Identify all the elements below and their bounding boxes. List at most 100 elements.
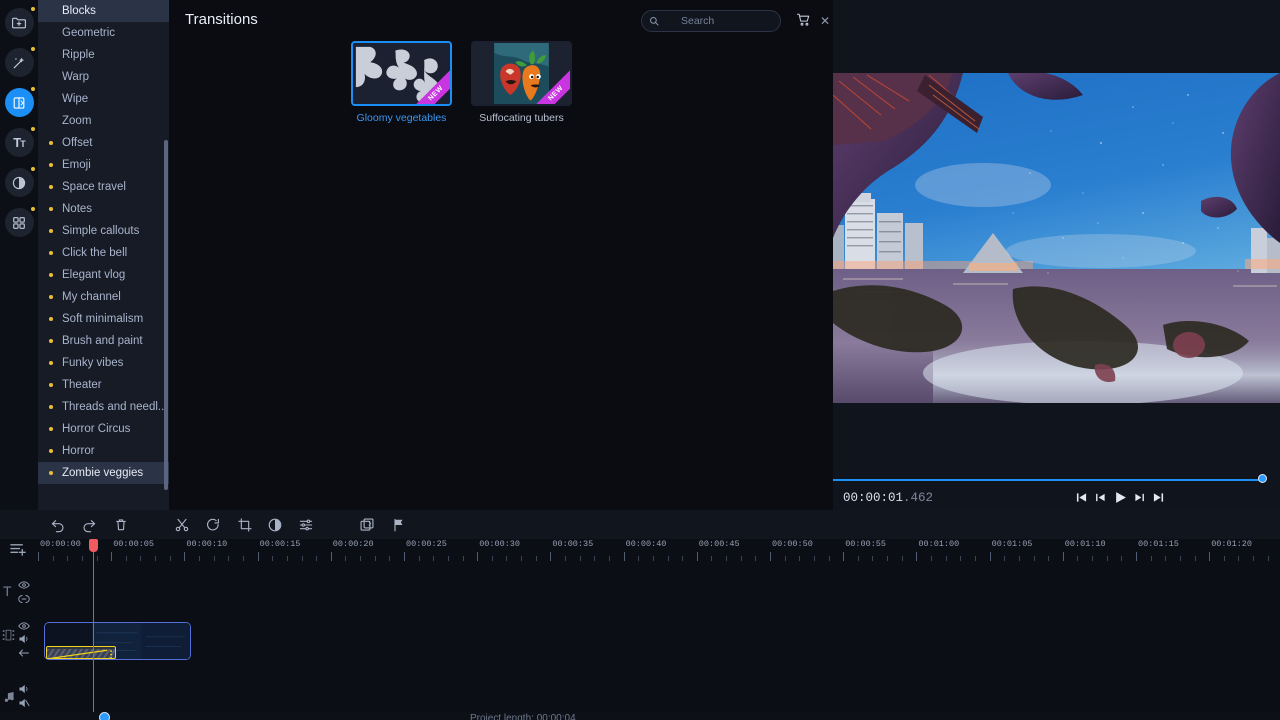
sidebar-item[interactable]: Click the bell <box>38 242 169 264</box>
new-content-dot <box>49 383 53 387</box>
timeline-zoom-handle[interactable] <box>99 712 110 720</box>
new-badge-label: NEW <box>536 71 570 104</box>
rail-button-transitions[interactable] <box>5 88 34 117</box>
rail-button-titles[interactable]: TT <box>5 128 34 157</box>
sidebar-item-label: Warp <box>62 71 89 83</box>
new-content-dot <box>49 471 53 475</box>
sidebar-item[interactable]: Geometric <box>38 22 169 44</box>
split-button[interactable] <box>174 517 190 533</box>
sidebar-item[interactable]: Threads and needl... <box>38 396 169 418</box>
transition-button[interactable] <box>359 517 375 533</box>
new-badge-label: NEW <box>416 71 450 104</box>
sidebar-item-label: Horror Circus <box>62 423 130 435</box>
jump-to-start-button[interactable] <box>1076 492 1087 503</box>
new-content-dot <box>49 361 53 365</box>
timeline-toolbar <box>0 510 1280 539</box>
seekbar-handle[interactable] <box>1258 474 1267 483</box>
scissors-icon <box>174 517 190 533</box>
color-adjust-button[interactable] <box>267 517 283 533</box>
next-frame-button[interactable] <box>1134 492 1145 503</box>
new-content-dot <box>49 339 53 343</box>
notification-dot <box>31 7 35 11</box>
play-button[interactable] <box>1114 491 1127 504</box>
video-preview[interactable] <box>833 73 1280 403</box>
sidebar-item[interactable]: Horror <box>38 440 169 462</box>
ruler-label: 00:01:10 <box>1065 539 1106 549</box>
search-box[interactable]: ✕ <box>641 10 781 32</box>
add-track-button[interactable] <box>10 541 48 558</box>
audio-track-volume-icon[interactable] <box>18 683 30 695</box>
transition-tile[interactable]: NEWSuffocating tubers <box>471 41 572 124</box>
sidebar-scrollbar[interactable] <box>164 140 168 490</box>
sidebar-item-label: Elegant vlog <box>62 269 125 281</box>
title-track-link-icon[interactable] <box>18 593 30 605</box>
sidebar-item[interactable]: Wipe <box>38 88 169 110</box>
transition-tile[interactable]: NEW Gloomy vegetables <box>351 41 452 124</box>
title-track-visibility-icon[interactable] <box>18 579 30 591</box>
sidebar-item-label: Ripple <box>62 49 95 61</box>
crop-icon <box>237 517 253 533</box>
video-track-collapse-icon[interactable] <box>18 647 30 659</box>
sidebar-item[interactable]: My channel <box>38 286 169 308</box>
jump-to-end-button[interactable] <box>1153 492 1164 503</box>
preview-seekbar[interactable] <box>833 476 1280 484</box>
sidebar-item[interactable]: Space travel <box>38 176 169 198</box>
rail-button-filters[interactable] <box>5 168 34 197</box>
notification-dot <box>31 127 35 131</box>
ruler-label: 00:00:50 <box>772 539 813 549</box>
rail-button-stickers[interactable] <box>5 208 34 237</box>
sidebar-item[interactable]: Zoom <box>38 110 169 132</box>
transition-thumbnail[interactable]: NEW <box>351 41 452 106</box>
search-input[interactable] <box>659 15 816 27</box>
video-track-audio-icon[interactable] <box>18 633 30 645</box>
new-badge: NEW <box>416 70 450 104</box>
sidebar-item[interactable]: Theater <box>38 374 169 396</box>
text-track-icon: T <box>3 583 12 599</box>
sidebar-item[interactable]: Ripple <box>38 44 169 66</box>
timeline-ruler[interactable]: 00:00:0000:00:0500:00:1000:00:1500:00:20… <box>38 539 1280 561</box>
properties-button[interactable] <box>298 517 314 533</box>
playhead[interactable] <box>93 539 94 720</box>
ruler-tick-major <box>1136 552 1137 561</box>
sidebar-item[interactable]: Elegant vlog <box>38 264 169 286</box>
clear-search-icon[interactable]: ✕ <box>816 15 830 27</box>
sidebar-item[interactable]: Brush and paint <box>38 330 169 352</box>
ruler-tick-major <box>990 552 991 561</box>
sidebar-item[interactable]: Warp <box>38 66 169 88</box>
category-sidebar[interactable]: BlocksGeometricRippleWarpWipeZoomOffsetE… <box>38 0 169 510</box>
clip-transition[interactable] <box>46 646 116 659</box>
grid-icon <box>11 215 27 231</box>
new-content-dot <box>49 185 53 189</box>
transition-thumbnail[interactable]: NEW <box>471 41 572 106</box>
video-track-visibility-icon[interactable] <box>18 620 30 632</box>
previous-frame-button[interactable] <box>1095 492 1106 503</box>
sidebar-item[interactable]: Simple callouts <box>38 220 169 242</box>
rail-button-effects-wand[interactable] <box>5 48 34 77</box>
transition-label: Gloomy vegetables <box>351 112 452 124</box>
transition-icon <box>11 95 27 111</box>
transition-grid: NEW Gloomy vegetables NEWSuffocating tuber… <box>351 41 572 124</box>
marker-button[interactable] <box>391 517 407 533</box>
sidebar-item[interactable]: Blocks <box>38 0 169 22</box>
rail-button-import-media[interactable] <box>5 8 34 37</box>
new-content-dot <box>49 163 53 167</box>
sidebar-item[interactable]: Funky vibes <box>38 352 169 374</box>
audio-track-mute-icon[interactable] <box>18 697 30 709</box>
sidebar-item-label: Blocks <box>62 5 96 17</box>
delete-button[interactable] <box>113 517 129 533</box>
sidebar-item[interactable]: Notes <box>38 198 169 220</box>
sidebar-item[interactable]: Zombie veggies <box>38 462 169 484</box>
undo-button[interactable] <box>50 517 66 533</box>
redo-button[interactable] <box>81 517 97 533</box>
playhead-handle[interactable] <box>89 539 98 552</box>
ruler-tick-major <box>404 552 405 561</box>
crop-button[interactable] <box>237 517 253 533</box>
sidebar-item-label: Geometric <box>62 27 115 39</box>
sidebar-item[interactable]: Offset <box>38 132 169 154</box>
rotate-button[interactable] <box>205 517 221 533</box>
store-cart-icon[interactable] <box>796 12 811 27</box>
sidebar-item[interactable]: Horror Circus <box>38 418 169 440</box>
sidebar-item[interactable]: Emoji <box>38 154 169 176</box>
sidebar-item[interactable]: Soft minimalism <box>38 308 169 330</box>
ruler-label: 00:00:05 <box>113 539 154 549</box>
